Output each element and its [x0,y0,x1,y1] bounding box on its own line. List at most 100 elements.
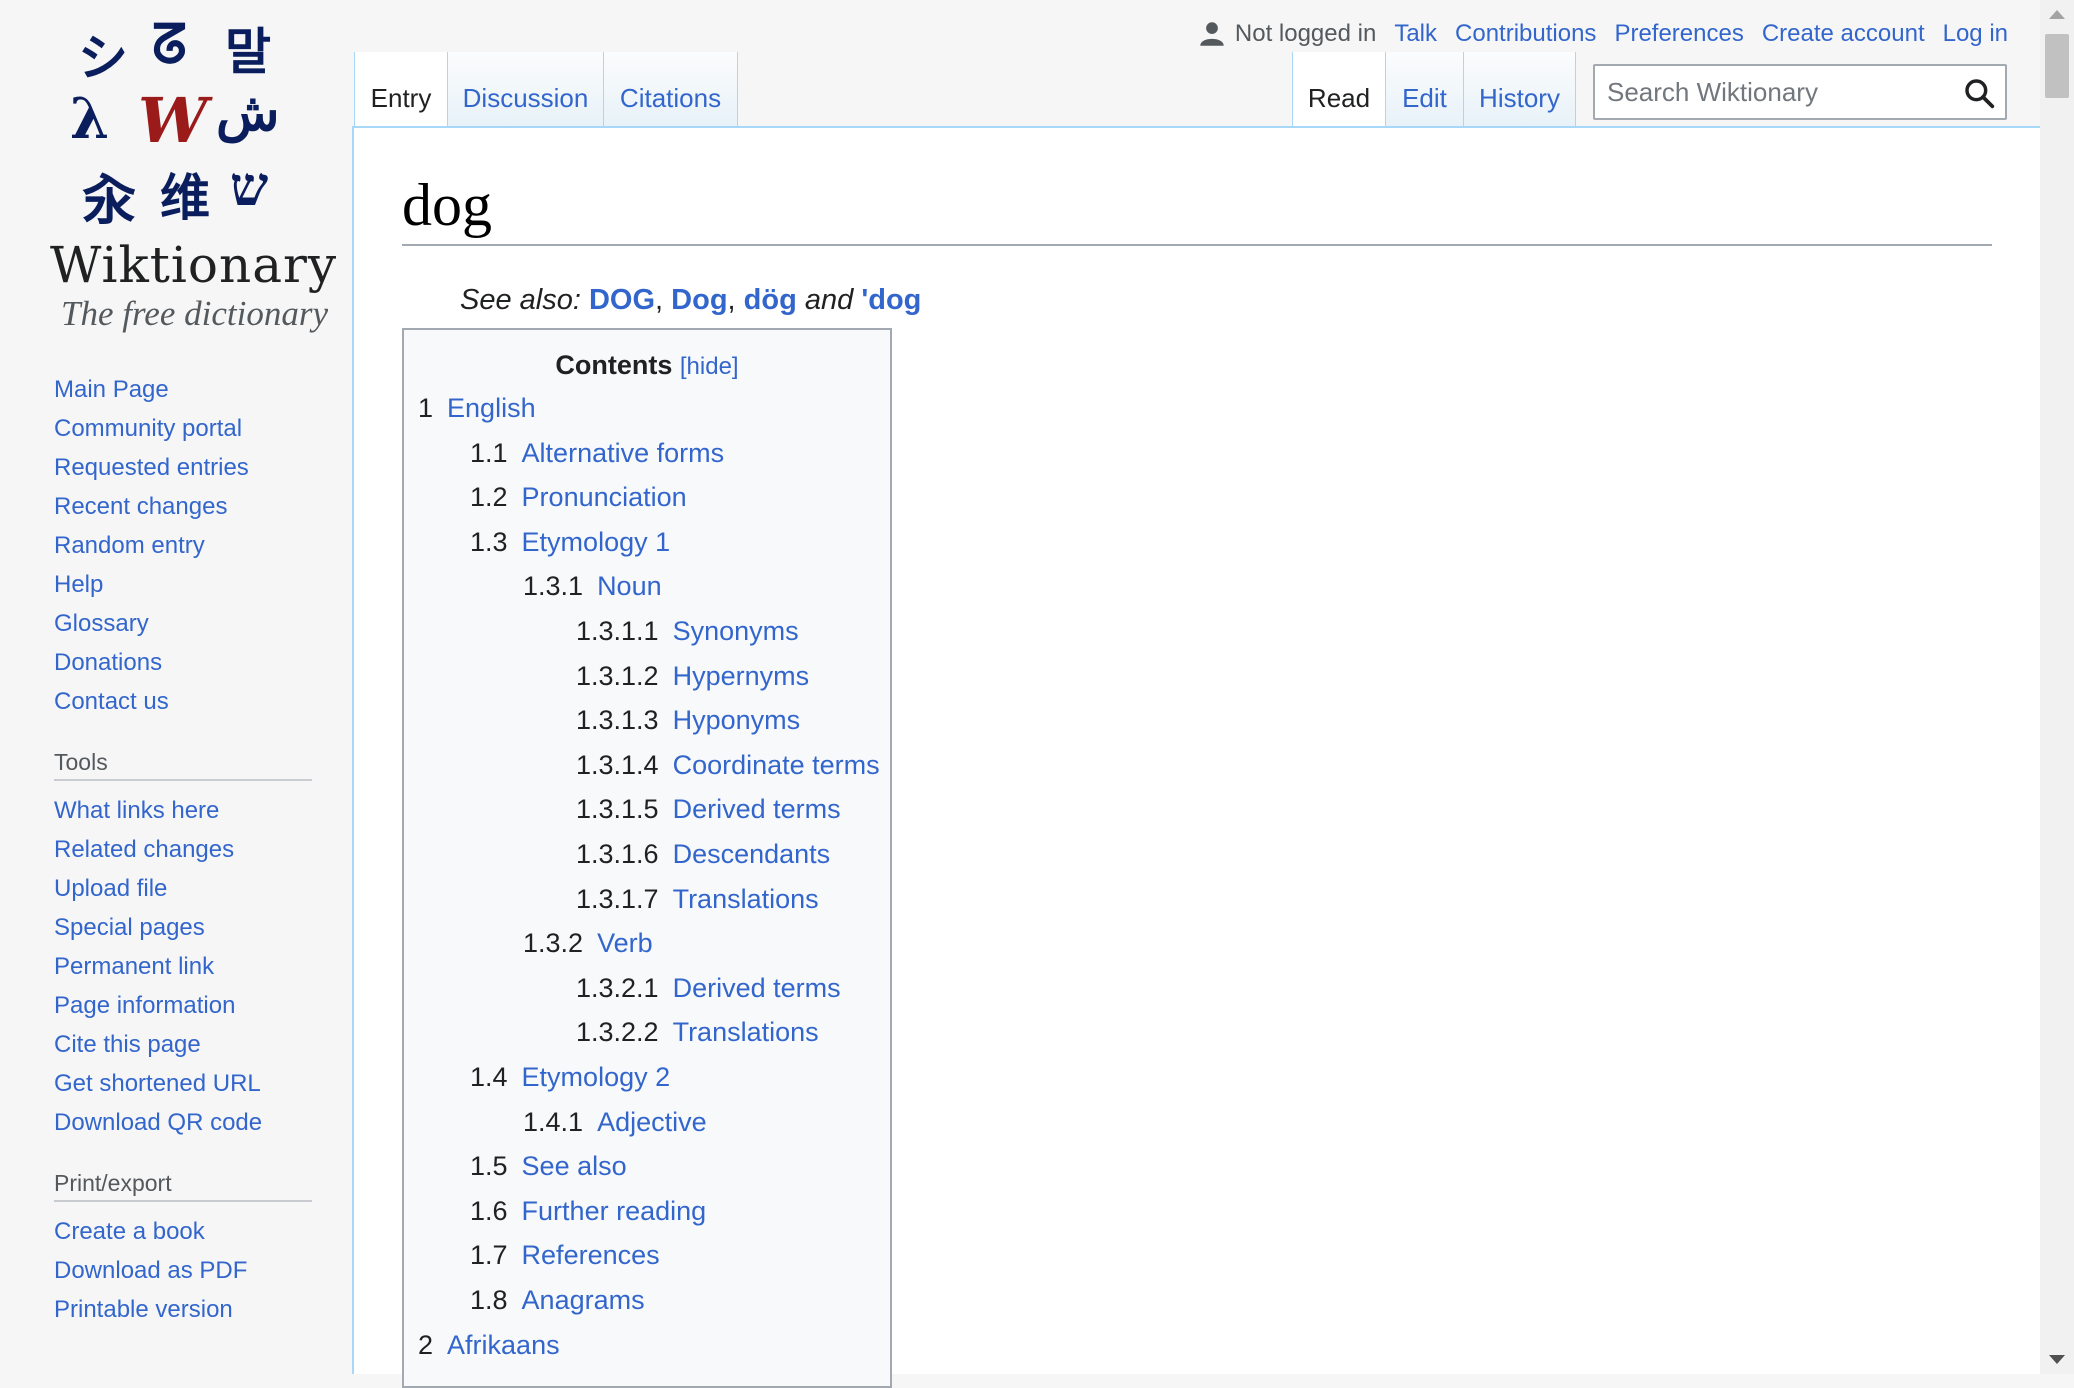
logo-glyph: ש [230,154,269,218]
toc-item-text: Etymology 2 [521,1062,671,1092]
tab-history[interactable]: History [1464,52,1576,126]
logo-glyph: λ [70,86,110,152]
search-input[interactable] [1605,76,1949,109]
see-also-link-dog-umlaut[interactable]: dög [744,284,797,316]
tab-read[interactable]: Read [1292,52,1386,126]
toc-item[interactable]: 1.3.1.4 Coordinate terms [576,745,880,785]
toc-item[interactable]: 1 English [418,388,536,428]
sidebar-item-community-portal[interactable]: Community portal [54,409,350,448]
not-logged-in-label: Not logged in [1234,20,1377,47]
toc-item[interactable]: 1.6 Further reading [470,1191,706,1231]
toc-item-number: 1.5 [470,1151,508,1181]
tab-discussion[interactable]: Discussion [448,52,604,126]
toc-item[interactable]: 1.3.1 Noun [523,566,662,606]
sidebar-item-requested-entries[interactable]: Requested entries [54,448,350,487]
scroll-down-arrow-icon[interactable] [2049,1355,2065,1364]
toc-item-text: Derived terms [672,794,841,824]
toc-item[interactable]: 1.8 Anagrams [470,1280,645,1320]
table-of-contents: Contents [hide] 1 English 1.1 Alternative f… [402,328,892,1388]
toc-item-number: 1.4.1 [523,1107,584,1137]
tools-heading: Tools [54,745,312,781]
sidebar-item-donations[interactable]: Donations [54,643,350,682]
toc-item[interactable]: 1.2 Pronunciation [470,477,687,517]
toc-item-text: Coordinate terms [672,750,880,780]
sidebar-item-contact-us[interactable]: Contact us [54,682,350,721]
toc-item-number: 1.3.1.4 [576,750,659,780]
contributions-link[interactable]: Contributions [1455,20,1596,48]
toc-item[interactable]: 1.3.1.6 Descendants [576,834,830,874]
toc-item[interactable]: 1.3.1.3 Hyponyms [576,700,800,740]
print-export-heading: Print/export [54,1166,312,1202]
toc-item-text: References [521,1240,660,1270]
sidebar-navigation: Main Page Community portal Requested ent… [54,370,350,721]
tab-discussion-label: Discussion [462,83,589,113]
see-also-and: and [796,284,862,316]
sidebar-item-permanent-link[interactable]: Permanent link [54,947,350,986]
sidebar-item-create-a-book[interactable]: Create a book [54,1212,350,1251]
sidebar-item-printable-version[interactable]: Printable version [54,1290,350,1329]
tab-history-label: History [1479,83,1560,113]
sidebar-item-main-page[interactable]: Main Page [54,370,350,409]
toc-item-text: Hyponyms [672,705,801,735]
toc-item-text: Adjective [597,1107,707,1137]
toc-item-number: 1.3 [470,527,508,557]
sidebar-item-download-qr-code[interactable]: Download QR code [54,1103,350,1142]
toc-item[interactable]: 1.7 References [470,1235,660,1275]
sidebar-item-recent-changes[interactable]: Recent changes [54,487,350,526]
scroll-up-arrow-icon[interactable] [2049,10,2065,19]
logo-glyph: 말 [225,22,271,81]
see-also-link-dog-apostrophe[interactable]: 'dog [861,284,921,316]
toc-item[interactable]: 1.3.2 Verb [523,923,653,963]
sidebar-item-help[interactable]: Help [54,565,350,604]
sidebar-item-special-pages[interactable]: Special pages [54,908,350,947]
sidebar-item-random-entry[interactable]: Random entry [54,526,350,565]
toc-item-text: Etymology 1 [521,527,671,557]
wiktionary-logo[interactable]: シ ᘔ 말 λ W ش 汆 维 ש Wiktionary The free di… [20,8,340,333]
log-in-link[interactable]: Log in [1943,20,2008,48]
toc-item-text: Hypernyms [672,661,810,691]
sidebar-item-what-links-here[interactable]: What links here [54,791,350,830]
toc-item-text: Anagrams [521,1285,645,1315]
toc-item-number: 1.3.2.1 [576,973,659,1003]
talk-link[interactable]: Talk [1394,20,1437,48]
scrollbar-thumb[interactable] [2045,34,2069,98]
logo-glyph: ش [216,82,280,143]
toc-item[interactable]: 1.1 Alternative forms [470,433,724,473]
scrollbar[interactable] [2040,0,2074,1374]
toc-item[interactable]: 2 Afrikaans [418,1325,560,1365]
search-icon[interactable] [1963,77,1995,109]
sidebar-item-download-as-pdf[interactable]: Download as PDF [54,1251,350,1290]
toc-item[interactable]: 1.4 Etymology 2 [470,1057,670,1097]
logo-glyph: ᘔ [152,12,187,76]
toc-item[interactable]: 1.3.1.1 Synonyms [576,611,799,651]
toc-item-text: Derived terms [672,973,841,1003]
toc-item[interactable]: 1.3.1.7 Translations [576,879,819,919]
see-also-link-dog-capital[interactable]: Dog [671,284,727,316]
toc-item-text: Synonyms [672,616,799,646]
see-also-link-dog-upper[interactable]: DOG [589,284,655,316]
tab-edit[interactable]: Edit [1386,52,1464,126]
toc-hide-toggle[interactable]: [hide] [680,353,739,380]
tab-entry[interactable]: Entry [354,52,448,126]
toc-item[interactable]: 1.3.1.5 Derived terms [576,789,841,829]
toc-item[interactable]: 1.3.2.2 Translations [576,1012,819,1052]
sidebar-item-glossary[interactable]: Glossary [54,604,350,643]
toc-item[interactable]: 1.3 Etymology 1 [470,522,670,562]
toc-item[interactable]: 1.5 See also [470,1146,627,1186]
create-account-link[interactable]: Create account [1762,20,1925,48]
sidebar-item-related-changes[interactable]: Related changes [54,830,350,869]
tab-citations[interactable]: Citations [604,52,738,126]
sidebar-item-get-shortened-url[interactable]: Get shortened URL [54,1064,350,1103]
preferences-link[interactable]: Preferences [1614,20,1743,48]
toc-item-number: 1.3.1.1 [576,616,659,646]
toc-item-number: 2 [418,1330,434,1360]
toc-item-text: Noun [597,571,662,601]
toc-item-text: English [447,393,536,423]
toc-item[interactable]: 1.3.2.1 Derived terms [576,968,841,1008]
sidebar-item-upload-file[interactable]: Upload file [54,869,350,908]
toc-item[interactable]: 1.3.1.2 Hypernyms [576,656,809,696]
sidebar-item-cite-this-page[interactable]: Cite this page [54,1025,350,1064]
sidebar-item-page-information[interactable]: Page information [54,986,350,1025]
toc-item[interactable]: 1.4.1 Adjective [523,1102,707,1142]
toc-item-number: 1.1 [470,438,508,468]
